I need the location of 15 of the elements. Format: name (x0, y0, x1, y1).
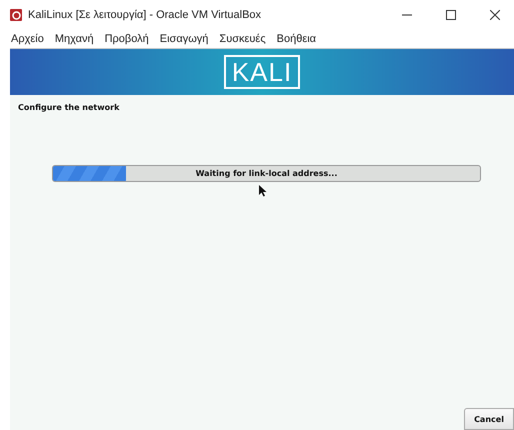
menu-item[interactable]: Εισαγωγή (158, 33, 210, 45)
maximize-icon[interactable] (446, 10, 456, 20)
page-heading: Configure the network (18, 103, 120, 112)
app-icon (10, 9, 22, 21)
menu-item[interactable]: Βοήθεια (276, 33, 318, 45)
menu-item[interactable]: Αρχείο (10, 33, 45, 45)
close-icon[interactable] (490, 10, 500, 20)
progress-label: Waiting for link-local address... (196, 168, 338, 180)
menu-item[interactable]: Μηχανή (54, 33, 95, 45)
cancel-button[interactable]: Cancel (464, 408, 514, 430)
kali-logo: KALI (224, 55, 300, 89)
mouse-pointer-icon (259, 185, 267, 197)
window-title: KaliLinux [Σε λειτουργία] - Oracle VM VirtualBox (28, 9, 262, 21)
menu-item[interactable]: Συσκευές (218, 33, 267, 45)
menu-item[interactable]: Προβολή (104, 33, 150, 45)
